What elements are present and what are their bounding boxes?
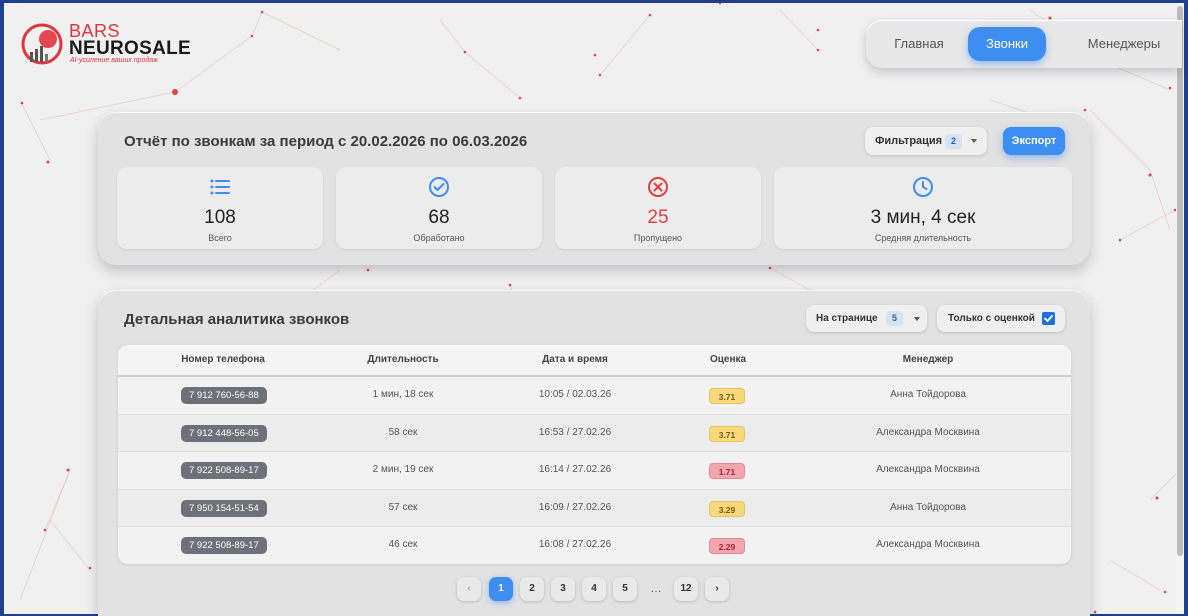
datetime-cell: 16:53 / 27.02.26 (538, 426, 612, 438)
stat-card-avg-duration: 3 мин, 4 сек Средняя длительность (774, 167, 1072, 249)
call-details-panel: Детальная аналитика звонков На странице … (98, 290, 1090, 616)
stat-value: 68 (428, 207, 450, 228)
page-next-button[interactable]: › (705, 577, 729, 601)
stat-value: 25 (647, 207, 669, 228)
only-rated-toggle[interactable]: Только с оценкой (937, 305, 1065, 332)
phone-number-chip[interactable]: 7 912 448-56-05 (181, 424, 267, 442)
phone-number-chip[interactable]: 7 922 508-89-17 (181, 537, 267, 554)
stat-card-processed: 68 Обработано (336, 167, 542, 249)
stat-card-missed: 25 Пропущено (555, 167, 761, 249)
per-page-label: На странице (816, 313, 878, 324)
table-row[interactable]: 7 950 154-51-54 57 сек 16:09 / 27.02.26 3.2… (118, 489, 1071, 527)
clock-icon (913, 177, 933, 197)
checkmark-icon (1044, 315, 1053, 322)
score-badge: 2.29 (709, 538, 745, 554)
duration-cell: 57 сек (388, 501, 418, 513)
export-button[interactable]: Экспорт (1003, 127, 1065, 155)
stat-label: Средняя длительность (874, 233, 972, 243)
datetime-cell: 16:08 / 27.02.26 (538, 539, 612, 550)
calls-table: Номер телефона Длительность Дата и время… (118, 345, 1071, 564)
logo-mark-icon (21, 23, 63, 65)
table-row[interactable]: 7 912 760-56-88 1 мин, 18 сек 10:05 / 02.0… (118, 377, 1071, 415)
nav-item-managers[interactable]: Менеджеры (1076, 27, 1172, 61)
per-page-value: 5 (886, 311, 903, 326)
x-circle-icon (648, 177, 668, 197)
page-button-last[interactable]: 12 (674, 577, 698, 601)
filter-label: Фильтрация (875, 135, 943, 147)
chevron-down-icon (971, 139, 977, 143)
phone-number-chip[interactable]: 7 912 760-56-88 (181, 387, 267, 404)
nav-item-home[interactable]: Главная (880, 27, 958, 61)
column-header-score[interactable]: Оценка (668, 354, 788, 365)
pagination: ‹ 1 2 3 4 5 … 12 › (457, 577, 737, 601)
manager-cell: Александра Москвина (876, 426, 980, 438)
filter-count-badge: 2 (945, 134, 962, 149)
main-nav: Главная Звонки Менеджеры (866, 20, 1182, 68)
stat-value: 3 мин, 4 сек (870, 207, 976, 228)
stat-label: Пропущено (633, 233, 683, 243)
manager-cell: Александра Москвина (876, 464, 980, 475)
datetime-cell: 10:05 / 02.03.26 (538, 389, 612, 400)
filter-dropdown[interactable]: Фильтрация 2 (865, 127, 987, 155)
score-badge: 1.71 (709, 463, 745, 479)
page-button-2[interactable]: 2 (520, 577, 544, 601)
scrollbar-thumb[interactable] (1177, 6, 1183, 556)
page-prev-button[interactable]: ‹ (457, 577, 481, 601)
table-header: Номер телефона Длительность Дата и время… (118, 345, 1071, 377)
list-icon (210, 179, 230, 195)
duration-cell: 58 сек (388, 426, 418, 438)
score-badge: 3.71 (709, 388, 745, 404)
duration-cell: 1 мин, 18 сек (372, 389, 434, 400)
logo-tagline: AI-усиление ваших продаж (70, 57, 159, 64)
stat-card-total: 108 Всего (117, 167, 323, 249)
page-button-3[interactable]: 3 (551, 577, 575, 601)
window-frame-right (1184, 0, 1188, 616)
column-header-phone[interactable]: Номер телефона (133, 354, 313, 365)
page-button-1[interactable]: 1 (489, 577, 513, 601)
report-title: Отчёт по звонкам за период с 20.02.2026 … (124, 133, 528, 150)
score-badge: 3.71 (709, 425, 745, 442)
duration-cell: 2 мин, 19 сек (372, 464, 434, 475)
column-header-datetime[interactable]: Дата и время (495, 354, 655, 365)
details-title: Детальная аналитика звонков (124, 311, 350, 328)
phone-number-chip[interactable]: 7 922 508-89-17 (181, 462, 267, 479)
per-page-dropdown[interactable]: На странице 5 (806, 305, 927, 332)
stat-label: Обработано (413, 233, 465, 243)
page-ellipsis: … (650, 583, 662, 595)
column-header-manager[interactable]: Менеджер (828, 354, 1028, 365)
stat-value: 108 (204, 207, 236, 228)
stat-label: Всего (208, 233, 232, 243)
score-badge: 3.29 (709, 500, 745, 517)
table-row[interactable]: 7 922 508-89-17 2 мин, 19 сек 16:14 / 27.0… (118, 452, 1071, 490)
only-rated-checkbox[interactable] (1042, 312, 1055, 325)
duration-cell: 46 сек (388, 539, 418, 550)
report-summary-panel: Отчёт по звонкам за период с 20.02.2026 … (98, 112, 1090, 265)
brand-logo[interactable]: BARS NEUROSALE AI-усиление ваших продаж (20, 20, 191, 68)
manager-cell: Анна Тойдорова (890, 501, 966, 513)
table-row[interactable]: 7 922 508-89-17 46 сек 16:08 / 27.02.26 2.2… (118, 527, 1071, 564)
manager-cell: Анна Тойдорова (890, 389, 966, 400)
only-rated-label: Только с оценкой (948, 313, 1035, 324)
check-circle-icon (429, 177, 449, 197)
phone-number-chip[interactable]: 7 950 154-51-54 (181, 499, 267, 517)
column-header-duration[interactable]: Длительность (323, 354, 483, 365)
chevron-down-icon (914, 317, 920, 321)
page-button-4[interactable]: 4 (582, 577, 606, 601)
page-button-5[interactable]: 5 (613, 577, 637, 601)
window-frame-left (0, 0, 4, 616)
table-row[interactable]: 7 912 448-56-05 58 сек 16:53 / 27.02.26 3.7… (118, 414, 1071, 452)
datetime-cell: 16:09 / 27.02.26 (538, 501, 612, 513)
nav-item-calls[interactable]: Звонки (968, 27, 1046, 61)
window-frame-top (0, 0, 1188, 3)
datetime-cell: 16:14 / 27.02.26 (538, 464, 612, 475)
manager-cell: Александра Москвина (876, 539, 980, 550)
